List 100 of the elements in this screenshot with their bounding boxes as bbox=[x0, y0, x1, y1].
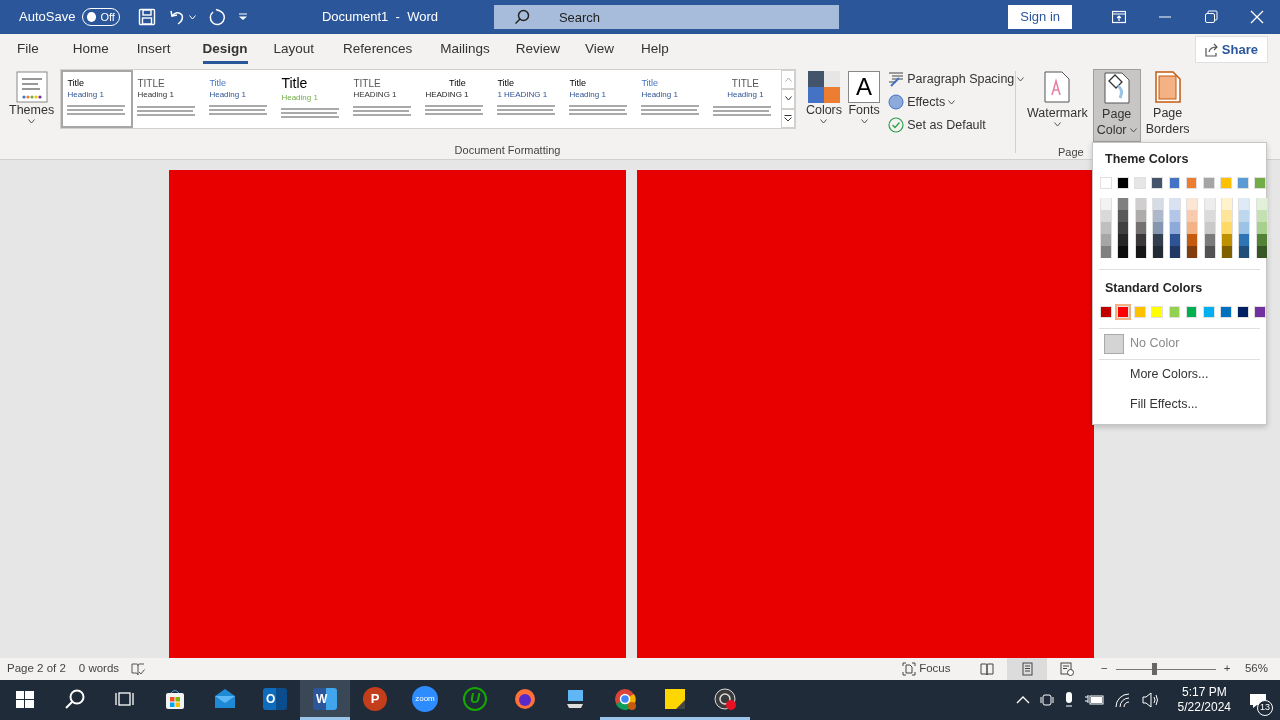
ribbon-tab[interactable]: References bbox=[343, 35, 413, 64]
themes-button[interactable]: Themes bbox=[6, 69, 58, 126]
color-swatch[interactable] bbox=[1255, 197, 1268, 210]
customize-caret-icon[interactable] bbox=[237, 13, 248, 21]
color-swatch[interactable] bbox=[1117, 305, 1129, 318]
caret-icon bbox=[860, 118, 868, 124]
color-swatch[interactable] bbox=[1221, 197, 1234, 210]
paragraph-spacing-button[interactable]: Paragraph Spacing bbox=[886, 69, 1027, 90]
taskbar-app-button[interactable]: O bbox=[250, 680, 300, 720]
color-swatch[interactable] bbox=[1237, 305, 1249, 318]
color-swatch[interactable] bbox=[1151, 305, 1164, 318]
page-color-button[interactable]: Page Color bbox=[1092, 69, 1141, 142]
ribbon-tab[interactable]: Home bbox=[72, 35, 109, 64]
caret-icon bbox=[820, 118, 828, 124]
word-count: 0 words bbox=[78, 661, 120, 677]
menu-item[interactable]: More Colors... bbox=[1093, 359, 1266, 390]
color-swatch[interactable] bbox=[1117, 176, 1129, 189]
more-icon bbox=[784, 114, 793, 122]
colors-icon bbox=[807, 71, 840, 103]
color-swatch[interactable] bbox=[1100, 197, 1112, 210]
color-swatch[interactable] bbox=[1134, 176, 1147, 189]
share-icon bbox=[1204, 42, 1219, 57]
color-swatch[interactable] bbox=[1168, 176, 1181, 189]
color-swatch[interactable] bbox=[1117, 197, 1130, 210]
sign-in-button[interactable]: Sign in bbox=[1008, 5, 1072, 29]
zoom-out-button[interactable]: − bbox=[1093, 658, 1116, 680]
color-swatch[interactable] bbox=[1254, 176, 1266, 189]
color-swatch[interactable] bbox=[1134, 197, 1147, 210]
book-icon bbox=[979, 662, 994, 676]
clock[interactable]: 5:17 PM 5/22/2024 bbox=[1169, 685, 1239, 715]
battery-charging-icon[interactable] bbox=[1083, 693, 1104, 707]
text-lines-drawing bbox=[569, 104, 630, 117]
print-view-button[interactable] bbox=[1006, 658, 1047, 680]
color-swatch[interactable] bbox=[1100, 305, 1112, 318]
colors-button[interactable]: Colors bbox=[802, 69, 846, 126]
page-borders-button[interactable]: Page Borders bbox=[1142, 69, 1193, 140]
ribbon-tab[interactable]: Mailings bbox=[440, 35, 490, 64]
microphone-icon[interactable] bbox=[1063, 692, 1074, 708]
focus-button[interactable]: Focus bbox=[894, 658, 959, 680]
color-swatch[interactable] bbox=[1254, 305, 1266, 318]
search-field[interactable]: Search bbox=[493, 5, 839, 29]
menu-header: Standard Colors bbox=[1104, 279, 1204, 297]
web-page-icon bbox=[1059, 662, 1074, 676]
close-icon[interactable] bbox=[1250, 10, 1264, 24]
text-lines-drawing bbox=[497, 104, 558, 117]
themes-icon bbox=[15, 71, 48, 103]
ribbon-tab[interactable]: Insert bbox=[136, 35, 171, 64]
color-swatch[interactable] bbox=[1168, 305, 1181, 318]
paint-bucket-icon bbox=[1103, 72, 1130, 104]
ribbon-tab[interactable]: Help bbox=[641, 35, 669, 64]
save-icon[interactable] bbox=[137, 8, 156, 26]
color-swatch[interactable] bbox=[1203, 197, 1216, 210]
color-swatch[interactable] bbox=[1185, 176, 1198, 189]
maximize-icon[interactable] bbox=[1204, 10, 1218, 24]
color-swatch[interactable] bbox=[1169, 197, 1182, 210]
undo-icon[interactable] bbox=[167, 8, 186, 26]
watermark-button[interactable]: Watermark bbox=[1024, 69, 1091, 129]
color-swatch[interactable] bbox=[1238, 197, 1251, 210]
share-button[interactable]: Share bbox=[1194, 35, 1268, 64]
color-swatch[interactable] bbox=[1151, 197, 1164, 210]
color-swatch[interactable] bbox=[1100, 176, 1112, 189]
caret-icon bbox=[1053, 121, 1061, 127]
menu-item[interactable]: Fill Effects... bbox=[1093, 389, 1266, 420]
store-icon bbox=[164, 687, 186, 710]
style-thumbnail[interactable]: Title Heading 1 bbox=[61, 70, 134, 128]
chrome-icon bbox=[614, 687, 636, 710]
color-swatch[interactable] bbox=[1219, 305, 1232, 318]
gallery-more-button[interactable] bbox=[781, 108, 796, 128]
color-swatch[interactable] bbox=[1186, 197, 1199, 210]
redo-icon[interactable] bbox=[207, 8, 226, 26]
color-swatch[interactable] bbox=[1202, 305, 1215, 318]
color-swatch[interactable] bbox=[1185, 305, 1198, 318]
zoom-percent[interactable]: 56% bbox=[1244, 660, 1268, 678]
taskbar-app-button[interactable]: U bbox=[450, 680, 500, 720]
ribbon-tab[interactable]: View bbox=[584, 35, 614, 64]
color-swatch[interactable] bbox=[1237, 176, 1249, 189]
ribbon-tab[interactable]: Review bbox=[515, 35, 560, 64]
camera-icon[interactable] bbox=[1039, 692, 1054, 708]
fonts-button[interactable]: A Fonts bbox=[845, 69, 884, 126]
set-default-button[interactable]: Set as Default bbox=[886, 114, 1027, 136]
color-swatch[interactable] bbox=[1219, 176, 1232, 189]
color-swatch[interactable] bbox=[1151, 176, 1164, 189]
ribbon-tab[interactable]: File bbox=[17, 35, 39, 64]
taskbar-app-button[interactable]: P bbox=[350, 680, 400, 720]
taskbar-app-button[interactable]: W bbox=[300, 680, 350, 720]
color-swatch[interactable] bbox=[1202, 176, 1215, 189]
mail-icon bbox=[214, 687, 236, 710]
proofing-icon[interactable] bbox=[131, 662, 146, 676]
color-swatch[interactable] bbox=[1134, 305, 1147, 318]
ribbon-display-icon[interactable] bbox=[1112, 10, 1126, 24]
ribbon-tab[interactable]: Layout bbox=[273, 35, 315, 64]
zoom-slider-thumb[interactable] bbox=[1151, 663, 1157, 675]
text-lines-drawing bbox=[281, 106, 342, 119]
text-lines-drawing bbox=[425, 104, 486, 117]
effects-button[interactable]: Effects bbox=[886, 91, 1027, 113]
caret-icon[interactable] bbox=[188, 14, 196, 20]
chevron-up-icon[interactable] bbox=[1015, 695, 1030, 705]
volume-icon[interactable] bbox=[1141, 692, 1160, 708]
wifi-icon[interactable] bbox=[1113, 692, 1132, 708]
zoom-in-button[interactable]: + bbox=[1215, 658, 1239, 680]
